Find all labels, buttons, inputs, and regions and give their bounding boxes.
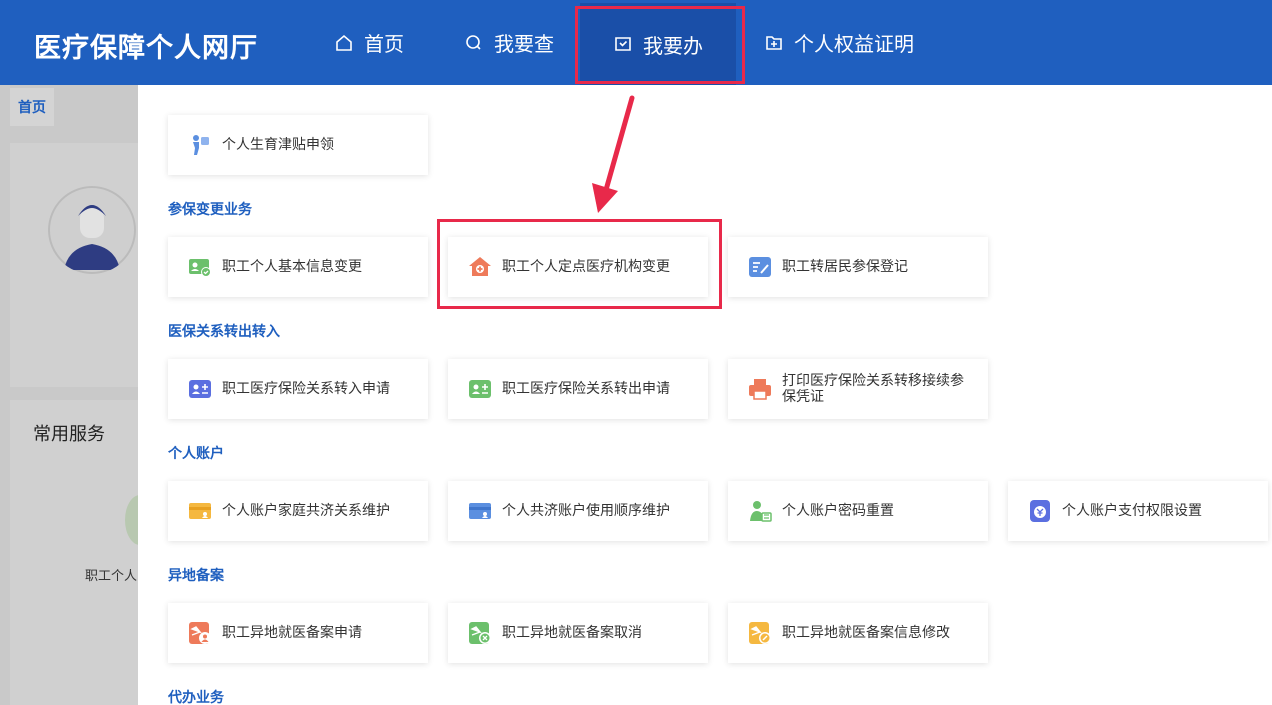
- site-title: 医疗保障个人网厅: [34, 33, 258, 64]
- menu-item-label: 职工异地就医备案信息修改: [782, 625, 950, 641]
- menu-item-transfer-in[interactable]: 职工医疗保险关系转入申请: [168, 359, 428, 419]
- menu-item-family-mutual-aid[interactable]: 个人账户家庭共济关系维护: [168, 481, 428, 541]
- menu-item-payment-permission[interactable]: 个人账户支付权限设置: [1008, 481, 1268, 541]
- menu-item-label: 个人账户支付权限设置: [1062, 503, 1202, 519]
- menu-item-basic-info-change[interactable]: 职工个人基本信息变更: [168, 237, 428, 297]
- wallet-family-icon: [188, 499, 212, 523]
- nav-do[interactable]: 我要办: [580, 3, 736, 85]
- section-title-offsite-filing: 异地备案: [168, 568, 224, 584]
- plane-user-icon: [188, 621, 212, 645]
- menu-item-maternity-allowance[interactable]: 个人生育津贴申领: [168, 115, 428, 175]
- nav-rights-label: 个人权益证明: [794, 32, 914, 56]
- menu-item-offsite-filing-apply[interactable]: 职工异地就医备案申请: [168, 603, 428, 663]
- menu-item-print-transfer-certificate[interactable]: 打印医疗保险关系转移接续参保凭证: [728, 359, 988, 419]
- form-edit-icon: [748, 255, 772, 279]
- card-user-icon: [468, 499, 492, 523]
- nav-rights[interactable]: 个人权益证明: [764, 0, 914, 85]
- menu-item-label: 个人账户家庭共济关系维护: [222, 503, 390, 519]
- menu-item-label: 个人共济账户使用顺序维护: [502, 503, 670, 519]
- common-services-title: 常用服务: [33, 424, 105, 445]
- dropdown-menu-panel: 个人生育津贴申领 参保变更业务 职工个人基本信息变更 职工个人定点医疗机构变更 …: [138, 85, 1272, 705]
- menu-item-label: 职工异地就医备案申请: [222, 625, 362, 641]
- user-card-plus-icon: [468, 377, 492, 401]
- plane-edit-icon: [748, 621, 772, 645]
- menu-item-offsite-filing-cancel[interactable]: 职工异地就医备案取消: [448, 603, 708, 663]
- maternity-icon: [188, 133, 212, 157]
- menu-item-label: 职工医疗保险关系转入申请: [222, 381, 390, 397]
- menu-item-label: 职工异地就医备案取消: [502, 625, 642, 641]
- nav-home-label: 首页: [364, 32, 404, 56]
- menu-item-offsite-filing-edit[interactable]: 职工异地就医备案信息修改: [728, 603, 988, 663]
- user-card-plus-icon: [188, 377, 212, 401]
- menu-item-designated-hospital-change[interactable]: 职工个人定点医疗机构变更: [448, 237, 708, 297]
- plane-cancel-icon: [468, 621, 492, 645]
- menu-item-mutual-account-order[interactable]: 个人共济账户使用顺序维护: [448, 481, 708, 541]
- nav-home[interactable]: 首页: [334, 0, 404, 85]
- section-title-personal-account: 个人账户: [168, 446, 224, 462]
- search-icon: [466, 34, 481, 50]
- section-title-relation-transfer: 医保关系转出转入: [168, 324, 280, 340]
- home-icon: [336, 34, 352, 51]
- user-card-check-icon: [188, 255, 212, 279]
- menu-item-label: 个人生育津贴申领: [222, 137, 334, 153]
- user-lock-icon: [748, 499, 772, 523]
- menu-item-label: 职工个人定点医疗机构变更: [502, 259, 670, 275]
- printer-icon: [748, 377, 772, 401]
- menu-item-password-reset[interactable]: 个人账户密码重置: [728, 481, 988, 541]
- menu-item-label: 职工个人基本信息变更: [222, 259, 362, 275]
- menu-item-label: 职工转居民参保登记: [782, 259, 908, 275]
- nav-query[interactable]: 我要查: [464, 0, 554, 85]
- common-service-label[interactable]: 职工个人: [85, 565, 137, 584]
- section-title-proxy-business: 代办业务: [168, 690, 224, 705]
- hospital-icon: [468, 255, 492, 279]
- inbox-check-icon: [615, 37, 631, 51]
- nav-do-label: 我要办: [643, 33, 703, 58]
- menu-item-label: 打印医疗保险关系转移接续参保凭证: [782, 373, 964, 405]
- menu-item-transfer-out[interactable]: 职工医疗保险关系转出申请: [448, 359, 708, 419]
- menu-item-label: 个人账户密码重置: [782, 503, 894, 519]
- certificate-icon: [766, 35, 782, 50]
- menu-item-transfer-to-resident[interactable]: 职工转居民参保登记: [728, 237, 988, 297]
- nav-query-label: 我要查: [494, 32, 554, 56]
- money-shield-icon: [1028, 499, 1052, 523]
- section-title-insurance-change: 参保变更业务: [168, 202, 252, 218]
- avatar: [48, 186, 136, 274]
- menu-item-label: 职工医疗保险关系转出申请: [502, 381, 670, 397]
- top-header: 医疗保障个人网厅 首页 我要查 我要办 个人权益证明: [0, 0, 1272, 85]
- breadcrumb[interactable]: 首页: [10, 88, 54, 126]
